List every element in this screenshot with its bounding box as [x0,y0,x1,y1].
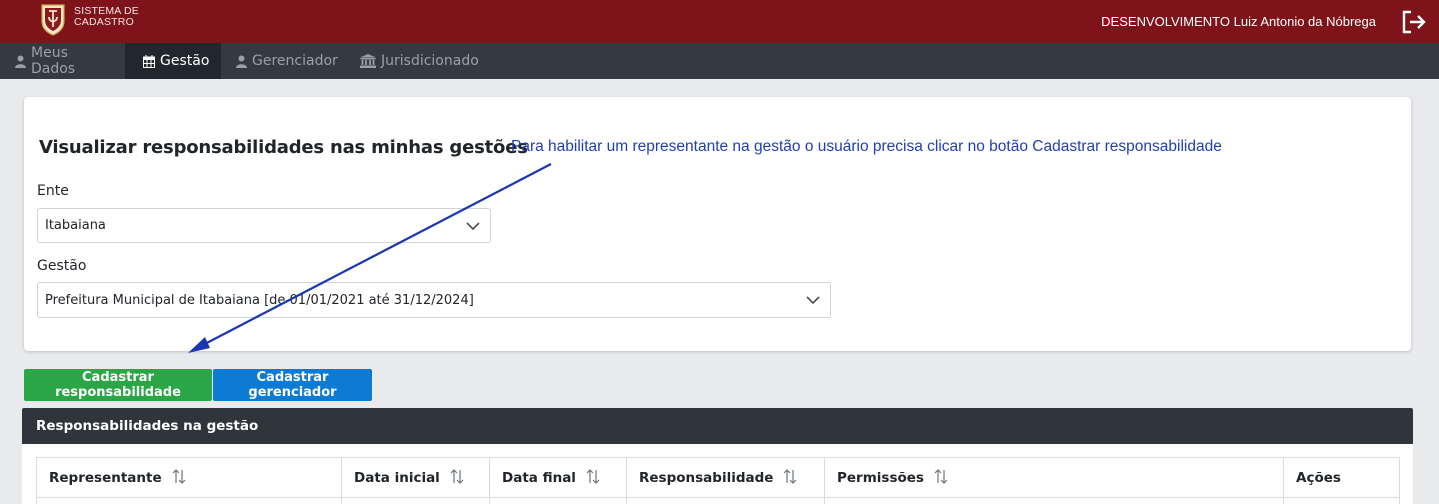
table-header-row: Representante Data inicial Data final Re… [36,457,1400,498]
main-nav: Meus Dados Gestão Gerenciador Jurisdicio… [0,43,1439,79]
page-title: Visualizar responsabilidades nas minhas … [39,137,528,158]
column-label: Responsabilidade [639,470,774,486]
column-header-representante[interactable]: Representante [36,457,342,498]
nav-item-gestao[interactable]: Gestão [125,43,221,79]
nav-item-label: Meus Dados [31,45,76,77]
ente-select[interactable]: Itabaiana [37,208,491,243]
calendar-icon [143,54,155,68]
sort-icon[interactable] [172,469,186,484]
column-header-data-final[interactable]: Data final [489,457,627,498]
column-label: Ações [1296,469,1341,486]
user-name: DESENVOLVIMENTO Luiz Antonio da Nóbrega [1101,14,1376,29]
nav-item-meus-dados[interactable]: Meus Dados [0,43,125,79]
brand-text: SISTEMA DE CADASTRO [74,6,139,28]
gestao-label: Gestão [37,258,87,274]
table-cell [341,497,490,504]
ente-select-value: Itabaiana [45,218,106,233]
nav-item-label: Gerenciador [252,53,338,69]
institution-icon [360,54,376,68]
chevron-down-icon [466,221,480,230]
ente-label: Ente [37,183,69,199]
column-label: Permissões [837,470,924,486]
sort-icon[interactable] [934,469,948,484]
column-label: Data final [502,470,576,486]
table-cell [489,497,627,504]
cadastrar-gerenciador-button[interactable]: Cadastrar gerenciador [213,369,372,401]
sort-icon[interactable] [450,469,464,484]
user-icon [236,55,247,68]
nav-item-gerenciador[interactable]: Gerenciador [236,43,338,79]
brand-line-2: CADASTRO [74,16,134,28]
column-header-acoes: Ações [1283,457,1400,498]
table-cell [36,497,342,504]
table-cell [1283,497,1400,504]
table-cell [626,497,825,504]
sign-out-icon[interactable] [1401,10,1427,34]
sort-icon[interactable] [783,469,797,484]
column-header-permissoes[interactable]: Permissões [824,457,1284,498]
column-label: Representante [49,470,162,486]
table-cell [824,497,1284,504]
responsibilities-table: Representante Data inicial Data final Re… [36,457,1400,504]
annotation-text: Para habilitar um representante na gestã… [511,138,1222,155]
panel-title: Responsabilidades na gestão [36,418,259,434]
nav-item-jurisdicionado[interactable]: Jurisdicionado [360,43,479,79]
column-header-data-inicial[interactable]: Data inicial [341,457,490,498]
column-label: Data inicial [354,470,440,486]
nav-item-label: Jurisdicionado [381,53,479,69]
user-icon [15,55,26,68]
court-logo-icon [41,4,65,36]
gestao-select-value: Prefeitura Municipal de Itabaiana [de 01… [45,292,474,308]
column-header-responsabilidade[interactable]: Responsabilidade [626,457,825,498]
nav-item-label: Gestão [160,53,210,69]
panel-header: Responsabilidades na gestão [22,408,1413,444]
top-bar: SISTEMA DE CADASTRO DESENVOLVIMENTO Luiz… [0,0,1439,43]
table-row [36,497,1400,504]
sort-icon[interactable] [586,469,600,484]
gestao-select[interactable]: Prefeitura Municipal de Itabaiana [de 01… [37,282,831,318]
chevron-down-icon [806,296,820,304]
cadastrar-responsabilidade-button[interactable]: Cadastrar responsabilidade [24,369,212,401]
